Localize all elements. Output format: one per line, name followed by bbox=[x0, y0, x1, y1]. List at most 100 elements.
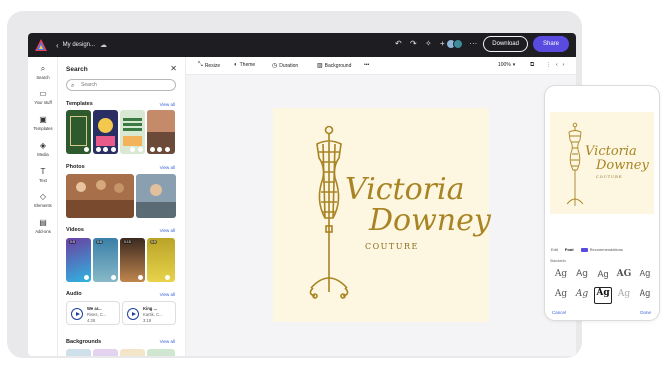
close-icon[interactable]: ✕ bbox=[170, 64, 177, 73]
photo-person bbox=[96, 180, 106, 190]
chevron-left-icon[interactable]: ‹ bbox=[556, 62, 558, 68]
search-icon: ⌕ bbox=[71, 83, 75, 89]
template-thumbnail[interactable] bbox=[147, 110, 175, 154]
background-button[interactable]: ▨ Background bbox=[317, 62, 351, 70]
photo-person bbox=[150, 184, 162, 196]
rail-item-text[interactable]: T Text bbox=[28, 167, 58, 183]
rail-item-templates[interactable]: ▣ Templates bbox=[28, 115, 58, 131]
template-frame bbox=[70, 116, 87, 146]
resize-button[interactable]: ⤡ Resize bbox=[198, 62, 220, 69]
video-thumbnail[interactable]: 0:5 bbox=[147, 238, 175, 282]
document-title[interactable]: My design... bbox=[63, 42, 95, 48]
share-button[interactable]: Share bbox=[532, 36, 569, 52]
zoom-control[interactable]: 100% ▾ bbox=[498, 62, 515, 68]
section-title-backgrounds: Backgrounds bbox=[66, 339, 102, 345]
rail-item-search[interactable]: ⌕ Search bbox=[28, 64, 58, 80]
font-option-selected[interactable]: Ag bbox=[594, 287, 612, 304]
more-tools-button[interactable]: ••• bbox=[364, 62, 369, 68]
font-option[interactable]: Ag bbox=[573, 289, 591, 306]
view-all-photos-link[interactable]: View all bbox=[160, 165, 175, 170]
chevron-right-icon[interactable]: › bbox=[563, 62, 565, 68]
redo-icon[interactable]: ↷ bbox=[408, 39, 418, 49]
font-option[interactable]: AG bbox=[615, 269, 633, 286]
rail-item-media[interactable]: ◈ Media bbox=[28, 141, 58, 157]
cancel-button[interactable]: Cancel bbox=[552, 310, 566, 315]
add-collaborator-icon[interactable]: + bbox=[438, 39, 446, 49]
tab-recommendations[interactable]: Recommendations bbox=[580, 247, 623, 252]
rail-item-elements[interactable]: ◇ Elements bbox=[28, 192, 58, 208]
lightbulb-icon[interactable]: ✧ bbox=[423, 39, 433, 49]
play-icon bbox=[111, 275, 116, 280]
font-sample: AG bbox=[616, 269, 632, 279]
background-thumbnail[interactable] bbox=[66, 349, 91, 356]
font-option[interactable]: Ag bbox=[552, 269, 570, 286]
font-option[interactable]: Ag bbox=[615, 289, 633, 306]
template-line bbox=[123, 118, 142, 121]
play-icon[interactable] bbox=[71, 308, 83, 320]
rail-item-add-ons[interactable]: ▤ Add-ons bbox=[28, 218, 58, 234]
back-chevron-icon[interactable]: ‹ bbox=[56, 41, 59, 50]
collaborator-avatars[interactable]: + bbox=[438, 39, 464, 49]
more-options-icon[interactable]: ··· bbox=[468, 39, 478, 49]
rail-item-label: Text bbox=[39, 178, 47, 183]
design-subheading[interactable]: COUTURE bbox=[365, 242, 419, 251]
phone-subheading: COUTURE bbox=[596, 175, 623, 179]
template-thumbnail[interactable] bbox=[120, 110, 145, 154]
video-duration: 0:5 bbox=[69, 240, 76, 244]
font-option[interactable]: Ag bbox=[594, 269, 612, 286]
phone-artboard[interactable]: Victoria Downey COUTURE bbox=[550, 112, 654, 214]
more-tools-label: ••• bbox=[364, 62, 370, 68]
view-all-videos-link[interactable]: View all bbox=[160, 228, 175, 233]
audio-track[interactable]: King ... Kartik, C... 3:18 bbox=[122, 301, 176, 325]
template-block bbox=[123, 136, 142, 146]
search-input[interactable]: ⌕ Search bbox=[66, 79, 176, 91]
background-thumbnail[interactable] bbox=[93, 349, 118, 356]
photo-person bbox=[76, 182, 86, 192]
photo-thumbnail[interactable] bbox=[136, 174, 176, 218]
phone-mockup: Victoria Downey COUTURE Edit Font Recomm… bbox=[545, 86, 659, 320]
video-thumbnail[interactable]: 0:15 bbox=[120, 238, 145, 282]
zoom-level: 100% bbox=[498, 62, 511, 68]
design-heading-last-name[interactable]: Downey bbox=[369, 203, 491, 238]
rail-item-label: Add-ons bbox=[35, 229, 51, 234]
done-button[interactable]: Done bbox=[640, 310, 651, 315]
background-thumbnail[interactable] bbox=[120, 349, 145, 356]
tab-font[interactable]: Font bbox=[565, 247, 574, 252]
photo-thumbnail[interactable] bbox=[66, 174, 134, 218]
template-thumbnail[interactable] bbox=[66, 110, 91, 154]
video-thumbnail[interactable]: 0:5 bbox=[66, 238, 91, 282]
view-all-audio-link[interactable]: View all bbox=[160, 292, 175, 297]
design-heading-first-name[interactable]: Victoria bbox=[345, 172, 464, 207]
section-title-templates: Templates bbox=[66, 101, 93, 107]
duration-button[interactable]: ◷ Duration bbox=[272, 62, 298, 70]
font-sample: Ag bbox=[639, 269, 651, 279]
template-thumbnail[interactable] bbox=[93, 110, 118, 154]
artboard[interactable]: Victoria Downey COUTURE bbox=[273, 108, 491, 322]
font-option[interactable]: Ag bbox=[573, 269, 591, 286]
theme-button[interactable]: ◐ Theme bbox=[234, 62, 255, 68]
font-option[interactable]: Ag bbox=[636, 269, 654, 286]
font-option[interactable]: Ag bbox=[636, 289, 654, 306]
font-option[interactable]: Ag bbox=[552, 289, 570, 306]
pages-button[interactable]: ⧉ bbox=[530, 62, 534, 69]
audio-duration: 4:28 bbox=[87, 318, 96, 323]
play-icon[interactable] bbox=[127, 308, 139, 320]
background-thumbnail[interactable] bbox=[147, 349, 175, 356]
view-all-backgrounds-link[interactable]: View all bbox=[160, 339, 175, 344]
phone-heading-first-name: Victoria bbox=[585, 144, 637, 159]
undo-icon[interactable]: ↶ bbox=[393, 39, 403, 49]
adobe-express-logo[interactable] bbox=[34, 38, 48, 52]
font-sample: Ag bbox=[639, 289, 651, 299]
view-all-templates-link[interactable]: View all bbox=[160, 102, 175, 107]
background-icon: ▨ bbox=[317, 63, 323, 69]
video-thumbnail[interactable]: 0:5 bbox=[93, 238, 118, 282]
download-button[interactable]: Download bbox=[483, 36, 528, 52]
audio-track[interactable]: We ar... Rises, C... 4:28 bbox=[66, 301, 120, 325]
video-duration: 0:5 bbox=[96, 240, 103, 244]
rail-item-your-stuff[interactable]: ▭ Your stuff bbox=[28, 89, 58, 105]
play-icon bbox=[150, 147, 155, 152]
tab-edit[interactable]: Edit bbox=[551, 247, 558, 252]
font-list-caption: Standards bbox=[550, 259, 566, 263]
more-icon[interactable]: ⋮ bbox=[546, 62, 551, 68]
page-navigation: ⋮ ‹ › bbox=[546, 62, 564, 68]
